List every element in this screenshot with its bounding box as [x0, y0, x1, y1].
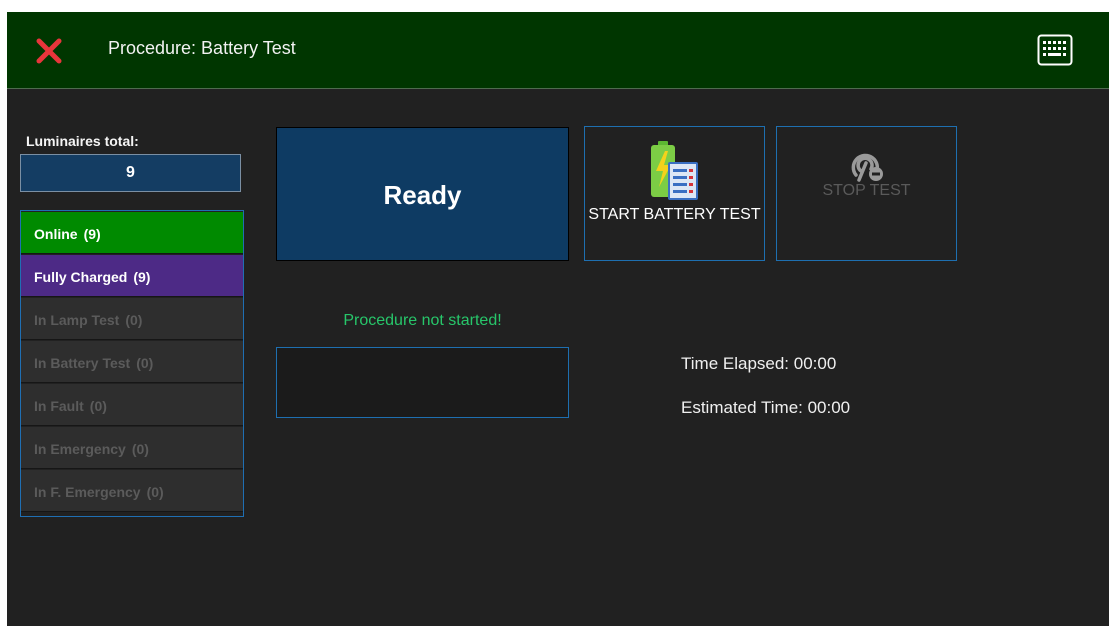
- status-item-in-lamp-test[interactable]: In Lamp Test (0): [21, 298, 243, 340]
- start-battery-test-label: START BATTERY TEST: [588, 206, 761, 223]
- keyboard-icon: [1037, 34, 1073, 66]
- status-item-label: In Battery Test: [34, 355, 131, 371]
- procedure-progress-box: [276, 347, 569, 418]
- status-item-online[interactable]: Online (9): [21, 212, 243, 254]
- status-item-in-battery-test[interactable]: In Battery Test (0): [21, 341, 243, 383]
- status-item-in-fault[interactable]: In Fault (0): [21, 384, 243, 426]
- status-item-count: (9): [133, 269, 151, 285]
- luminaires-total-label: Luminaires total:: [26, 133, 139, 149]
- status-list: Online (9) Fully Charged (9) In Lamp Test (…: [20, 210, 244, 517]
- start-battery-test-button[interactable]: START BATTERY TEST: [584, 126, 765, 261]
- page-title: Procedure: Battery Test: [108, 38, 296, 58]
- status-item-label: In F. Emergency: [34, 484, 141, 500]
- status-item-label: Online: [34, 226, 78, 242]
- status-item-in-emergency[interactable]: In Emergency (0): [21, 427, 243, 469]
- stop-test-label: STOP TEST: [822, 182, 911, 199]
- status-item-count: (0): [89, 398, 107, 414]
- status-item-count: (0): [136, 355, 154, 371]
- keyboard-button[interactable]: [1037, 34, 1073, 66]
- status-item-count: (0): [146, 484, 164, 500]
- battery-test-icon: [650, 141, 698, 200]
- status-item-count: (9): [83, 226, 101, 242]
- status-item-label: Fully Charged: [34, 269, 128, 285]
- status-item-count: (0): [131, 441, 149, 457]
- status-item-label: In Fault: [34, 398, 84, 414]
- close-button[interactable]: [34, 36, 64, 66]
- status-item-label: In Lamp Test: [34, 312, 120, 328]
- status-item-count: (0): [125, 312, 143, 328]
- time-elapsed: Time Elapsed: 00:00: [681, 354, 837, 373]
- stop-test-button[interactable]: STOP TEST: [776, 126, 957, 261]
- procedure-screen: Procedure: Battery Test Luminaires total…: [7, 12, 1109, 626]
- state-panel: Ready: [276, 127, 569, 261]
- stop-test-icon: [851, 153, 883, 182]
- status-item-in-f-emergency[interactable]: In F. Emergency (0): [21, 470, 243, 512]
- luminaires-total-value: 9: [20, 154, 241, 192]
- estimated-time: Estimated Time: 00:00: [681, 398, 851, 417]
- close-icon: [36, 38, 62, 64]
- header-bar: Procedure: Battery Test: [7, 12, 1109, 89]
- status-item-fully-charged[interactable]: Fully Charged (9): [21, 255, 243, 297]
- procedure-status-text: Procedure not started!: [343, 312, 502, 329]
- status-item-label: In Emergency: [34, 441, 126, 457]
